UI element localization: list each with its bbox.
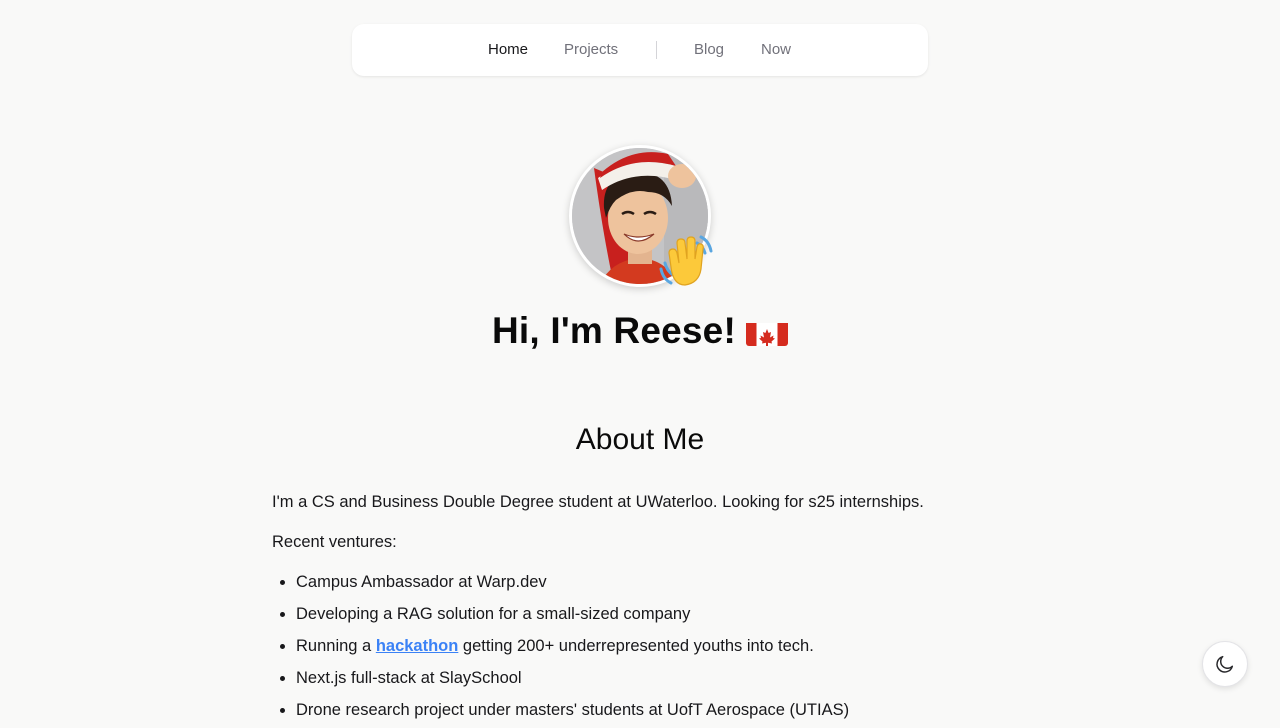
- waving-hand-icon: [659, 235, 713, 286]
- list-item: Campus Ambassador at Warp.dev: [296, 568, 1012, 596]
- nav-now-link[interactable]: Now: [761, 24, 791, 76]
- nav-blog-link[interactable]: Blog: [694, 24, 724, 76]
- canada-flag-icon: [745, 316, 788, 346]
- nav-home-link[interactable]: Home: [488, 24, 528, 76]
- list-item: Next.js full-stack at SlaySchool: [296, 664, 1012, 692]
- hero-greeting: Hi, I'm Reese!: [492, 310, 736, 351]
- list-item-text-before: Running a: [296, 637, 376, 655]
- moon-icon: [1216, 655, 1234, 673]
- hero-title: Hi, I'm Reese!: [0, 306, 1280, 356]
- list-item: Developing a RAG solution for a small-si…: [296, 600, 1012, 628]
- about-section: I'm a CS and Business Double Degree stud…: [272, 488, 1012, 728]
- list-item: Running a hackathon getting 200+ underre…: [296, 632, 1012, 660]
- nav-projects-link[interactable]: Projects: [564, 24, 618, 76]
- ventures-label: Recent ventures:: [272, 533, 397, 551]
- theme-toggle-button[interactable]: [1202, 641, 1248, 687]
- profile-avatar-wrapper: [569, 145, 715, 291]
- top-nav: Home Projects Blog Now: [352, 24, 928, 76]
- about-title: About Me: [575, 423, 705, 456]
- hackathon-link[interactable]: hackathon: [376, 637, 459, 655]
- list-item-text-after: getting 200+ underrepresented youths int…: [458, 637, 814, 655]
- ventures-list: Campus Ambassador at Warp.dev Developing…: [272, 568, 1012, 724]
- nav-divider: [656, 41, 657, 59]
- about-intro: I'm a CS and Business Double Degree stud…: [272, 493, 924, 511]
